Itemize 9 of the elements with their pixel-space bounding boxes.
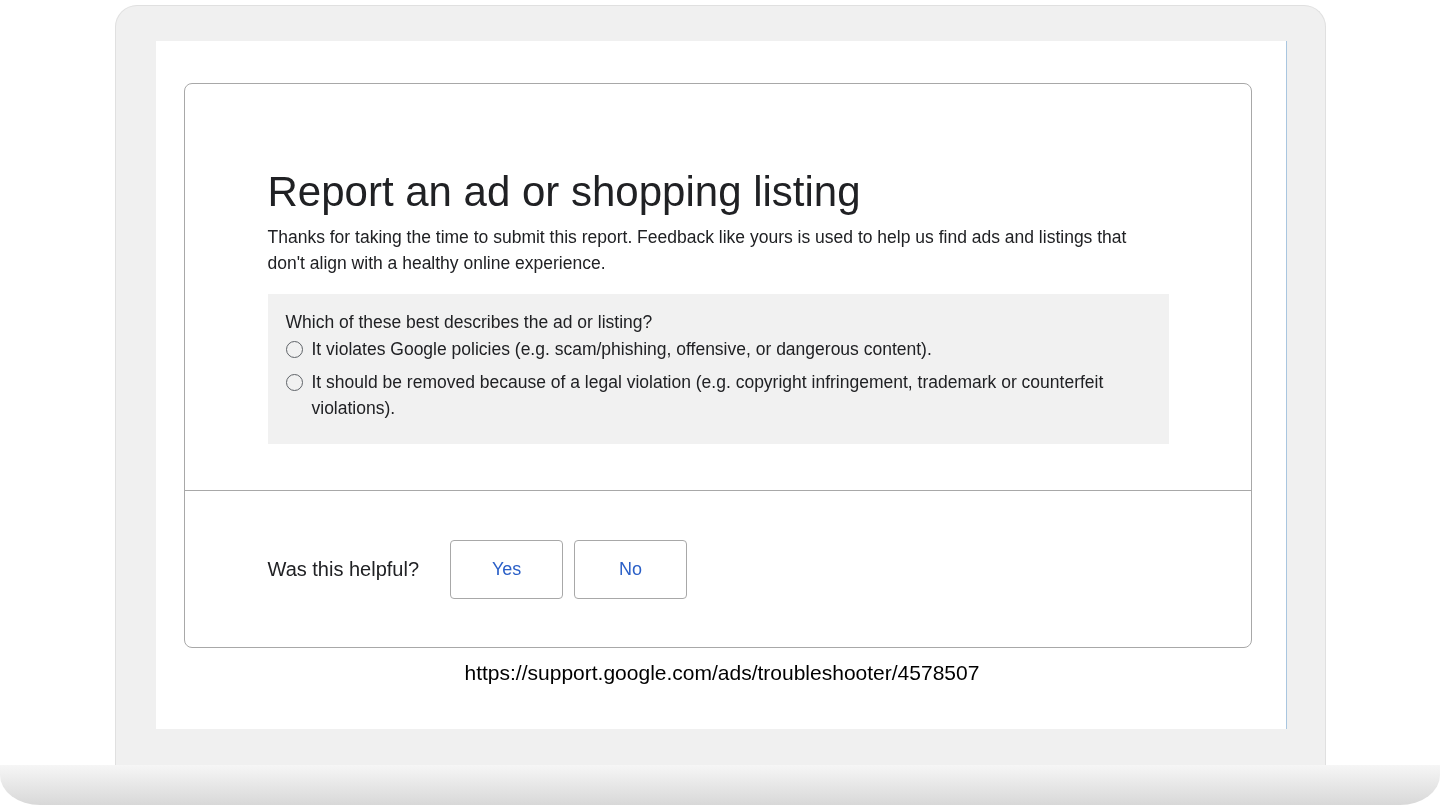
feedback-button[interactable]: Yes (450, 540, 564, 599)
feedback-prompt: Was this helpful? (267, 558, 420, 581)
page-title: Report an ad or shopping listing (267, 168, 861, 216)
url-caption: https://support.google.com/ads/troubleshooter/4578507 (464, 661, 980, 685)
question-text: Which of these best describes the ad or listing? (285, 311, 654, 333)
feedback-button[interactable]: No (574, 540, 688, 599)
intro-text: Thanks for taking the time to submit this report. Feedback like yours is used to help us find ads and listings that don't align with a healthy online experience. (267, 226, 1128, 275)
option-label: It should be removed because of a legal violation (e.g. copyright infringement, trademark or counterfeit violations). (311, 371, 1105, 420)
option-label: It violates Google policies (e.g. scam/phishing, offensive, or dangerous content). (311, 338, 932, 361)
